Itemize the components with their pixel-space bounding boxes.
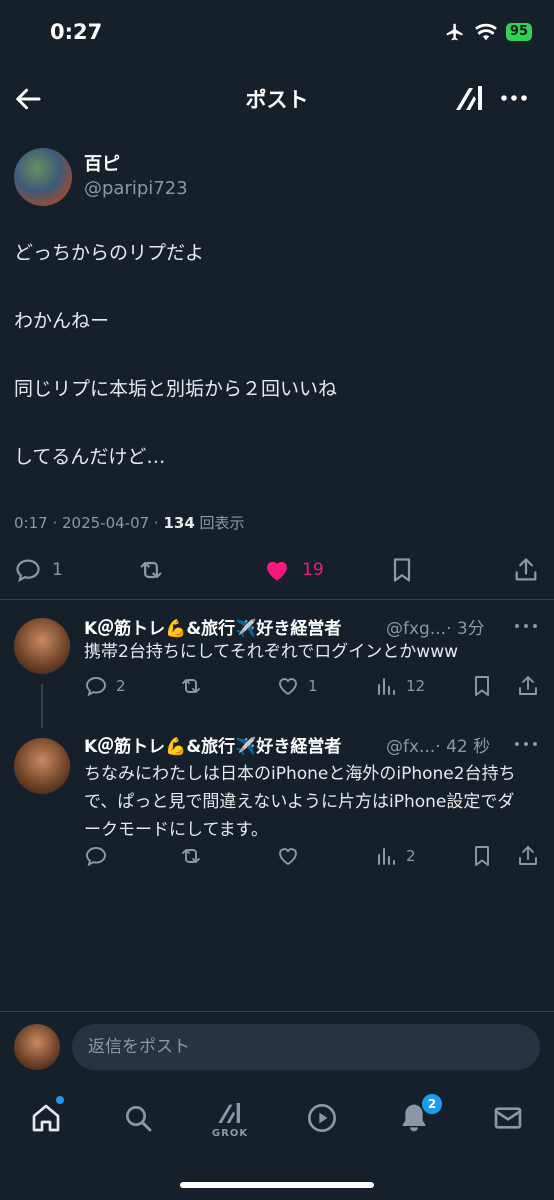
reply-author-name[interactable]: K＠筋トレ💪&旅行✈️好き経営者 [84, 732, 341, 757]
play-circle-icon [308, 1104, 336, 1132]
views-label: 回表示 [194, 514, 245, 532]
reply-repost-button[interactable] [178, 844, 204, 868]
share-icon [519, 676, 537, 695]
reply-handle-time: @fx...· 42 秒 [386, 732, 490, 757]
status-icons: 95 [444, 22, 532, 42]
airplane-mode-icon [444, 22, 466, 42]
reply-icon [86, 847, 106, 867]
bar-chart-icon [378, 848, 395, 865]
mail-icon [494, 1107, 522, 1129]
reply-repost-button[interactable] [178, 674, 204, 698]
status-time: 0:27 [50, 20, 103, 44]
post-timestamp: 0:17 · 2025-04-07 · [14, 514, 164, 532]
share-button[interactable] [512, 556, 540, 584]
reply-count: 1 [52, 560, 63, 580]
like-count: 19 [302, 560, 324, 580]
more-horizontal-icon [515, 624, 537, 628]
reply-handle[interactable]: @fxg... [386, 619, 446, 639]
tab-search[interactable] [118, 1098, 158, 1138]
reply-time: · 3分 [446, 619, 485, 639]
reply-author-name[interactable]: K＠筋トレ💪&旅行✈️好き経営者 [84, 614, 341, 639]
grok-button[interactable] [452, 80, 488, 116]
reply-more-button[interactable] [514, 620, 538, 632]
reply-icon [86, 677, 106, 697]
more-horizontal-icon [501, 95, 527, 101]
repost-icon [182, 679, 200, 693]
grok-icon [218, 1102, 240, 1123]
wifi-icon [474, 23, 497, 41]
thread-line [41, 684, 43, 728]
author-handle[interactable]: @paripi723 [84, 178, 188, 199]
reply-views-button[interactable]: 12 [374, 674, 425, 698]
heart-icon [279, 848, 297, 866]
more-horizontal-icon [515, 742, 537, 746]
views-count: 12 [406, 677, 426, 695]
notifications-badge: 2 [422, 1094, 442, 1114]
heart-filled-icon [267, 561, 287, 581]
tab-messages[interactable] [488, 1098, 528, 1138]
search-icon [126, 1106, 152, 1132]
reply-text: 携帯2台持ちにしてそれぞれでログインとかwww [84, 642, 458, 662]
reply-icon [16, 559, 40, 583]
reply-views-button[interactable]: 2 [374, 844, 416, 868]
repost-icon [140, 561, 162, 579]
like-button[interactable]: 19 [262, 556, 324, 584]
bookmark-icon [393, 558, 411, 582]
bookmark-icon [475, 676, 489, 696]
home-icon [32, 1104, 60, 1132]
views-count: 2 [406, 847, 416, 865]
reply-handle-time: @fxg...· 3分 [386, 614, 485, 639]
tab-notifications[interactable]: 2 [394, 1094, 442, 1138]
views-count: 134 [163, 514, 195, 532]
share-icon [519, 846, 537, 865]
post-text: どっちからのリプだよ わかんねー 同じリプに本垢と別垢から２回いいね してるんだ… [14, 242, 338, 468]
home-notification-dot [56, 1096, 64, 1104]
tab-home[interactable] [26, 1096, 66, 1138]
bookmark-button[interactable] [388, 556, 416, 584]
heart-icon [279, 678, 297, 696]
author-avatar[interactable] [14, 148, 72, 206]
reply-reply-button[interactable] [84, 844, 116, 868]
reply-share-button[interactable] [516, 674, 540, 698]
author-name[interactable]: 百ピ [84, 150, 120, 176]
bar-chart-icon [378, 678, 395, 695]
composer-avatar [14, 1024, 60, 1070]
reply-avatar[interactable] [14, 738, 70, 794]
like-count: 1 [308, 677, 318, 695]
battery-indicator: 95 [505, 23, 532, 41]
grok-label: GROK [211, 1127, 249, 1139]
repost-button[interactable] [136, 556, 166, 584]
reply-like-button[interactable] [276, 844, 308, 868]
reply-avatar[interactable] [14, 618, 70, 674]
tab-video[interactable] [302, 1098, 342, 1138]
reply-share-button[interactable] [516, 844, 540, 868]
composer-divider [0, 1011, 554, 1012]
reply-reply-button[interactable]: 2 [84, 674, 126, 698]
repost-icon [182, 849, 200, 863]
reply-text: ちなみにわたしは日本のiPhoneと海外のiPhone2台持ちで、ぱっと見で間違… [84, 764, 516, 840]
tab-grok[interactable]: GROK [210, 1092, 250, 1144]
reply-like-button[interactable]: 1 [276, 674, 318, 698]
share-icon [515, 558, 537, 581]
divider [0, 599, 554, 600]
post-meta: 0:17 · 2025-04-07 · 134 回表示 [14, 512, 245, 533]
reply-button[interactable]: 1 [14, 556, 63, 584]
grok-icon [456, 86, 482, 110]
reply-bookmark-button[interactable] [470, 844, 494, 868]
reply-bookmark-button[interactable] [470, 674, 494, 698]
reply-handle[interactable]: @fx... [386, 737, 435, 757]
more-options-button[interactable] [500, 88, 528, 108]
bookmark-icon [475, 846, 489, 866]
reply-count: 2 [116, 677, 126, 695]
reply-input[interactable] [72, 1024, 540, 1070]
reply-time: · 42 秒 [435, 737, 491, 757]
reply-more-button[interactable] [514, 738, 538, 750]
home-indicator [180, 1182, 374, 1188]
